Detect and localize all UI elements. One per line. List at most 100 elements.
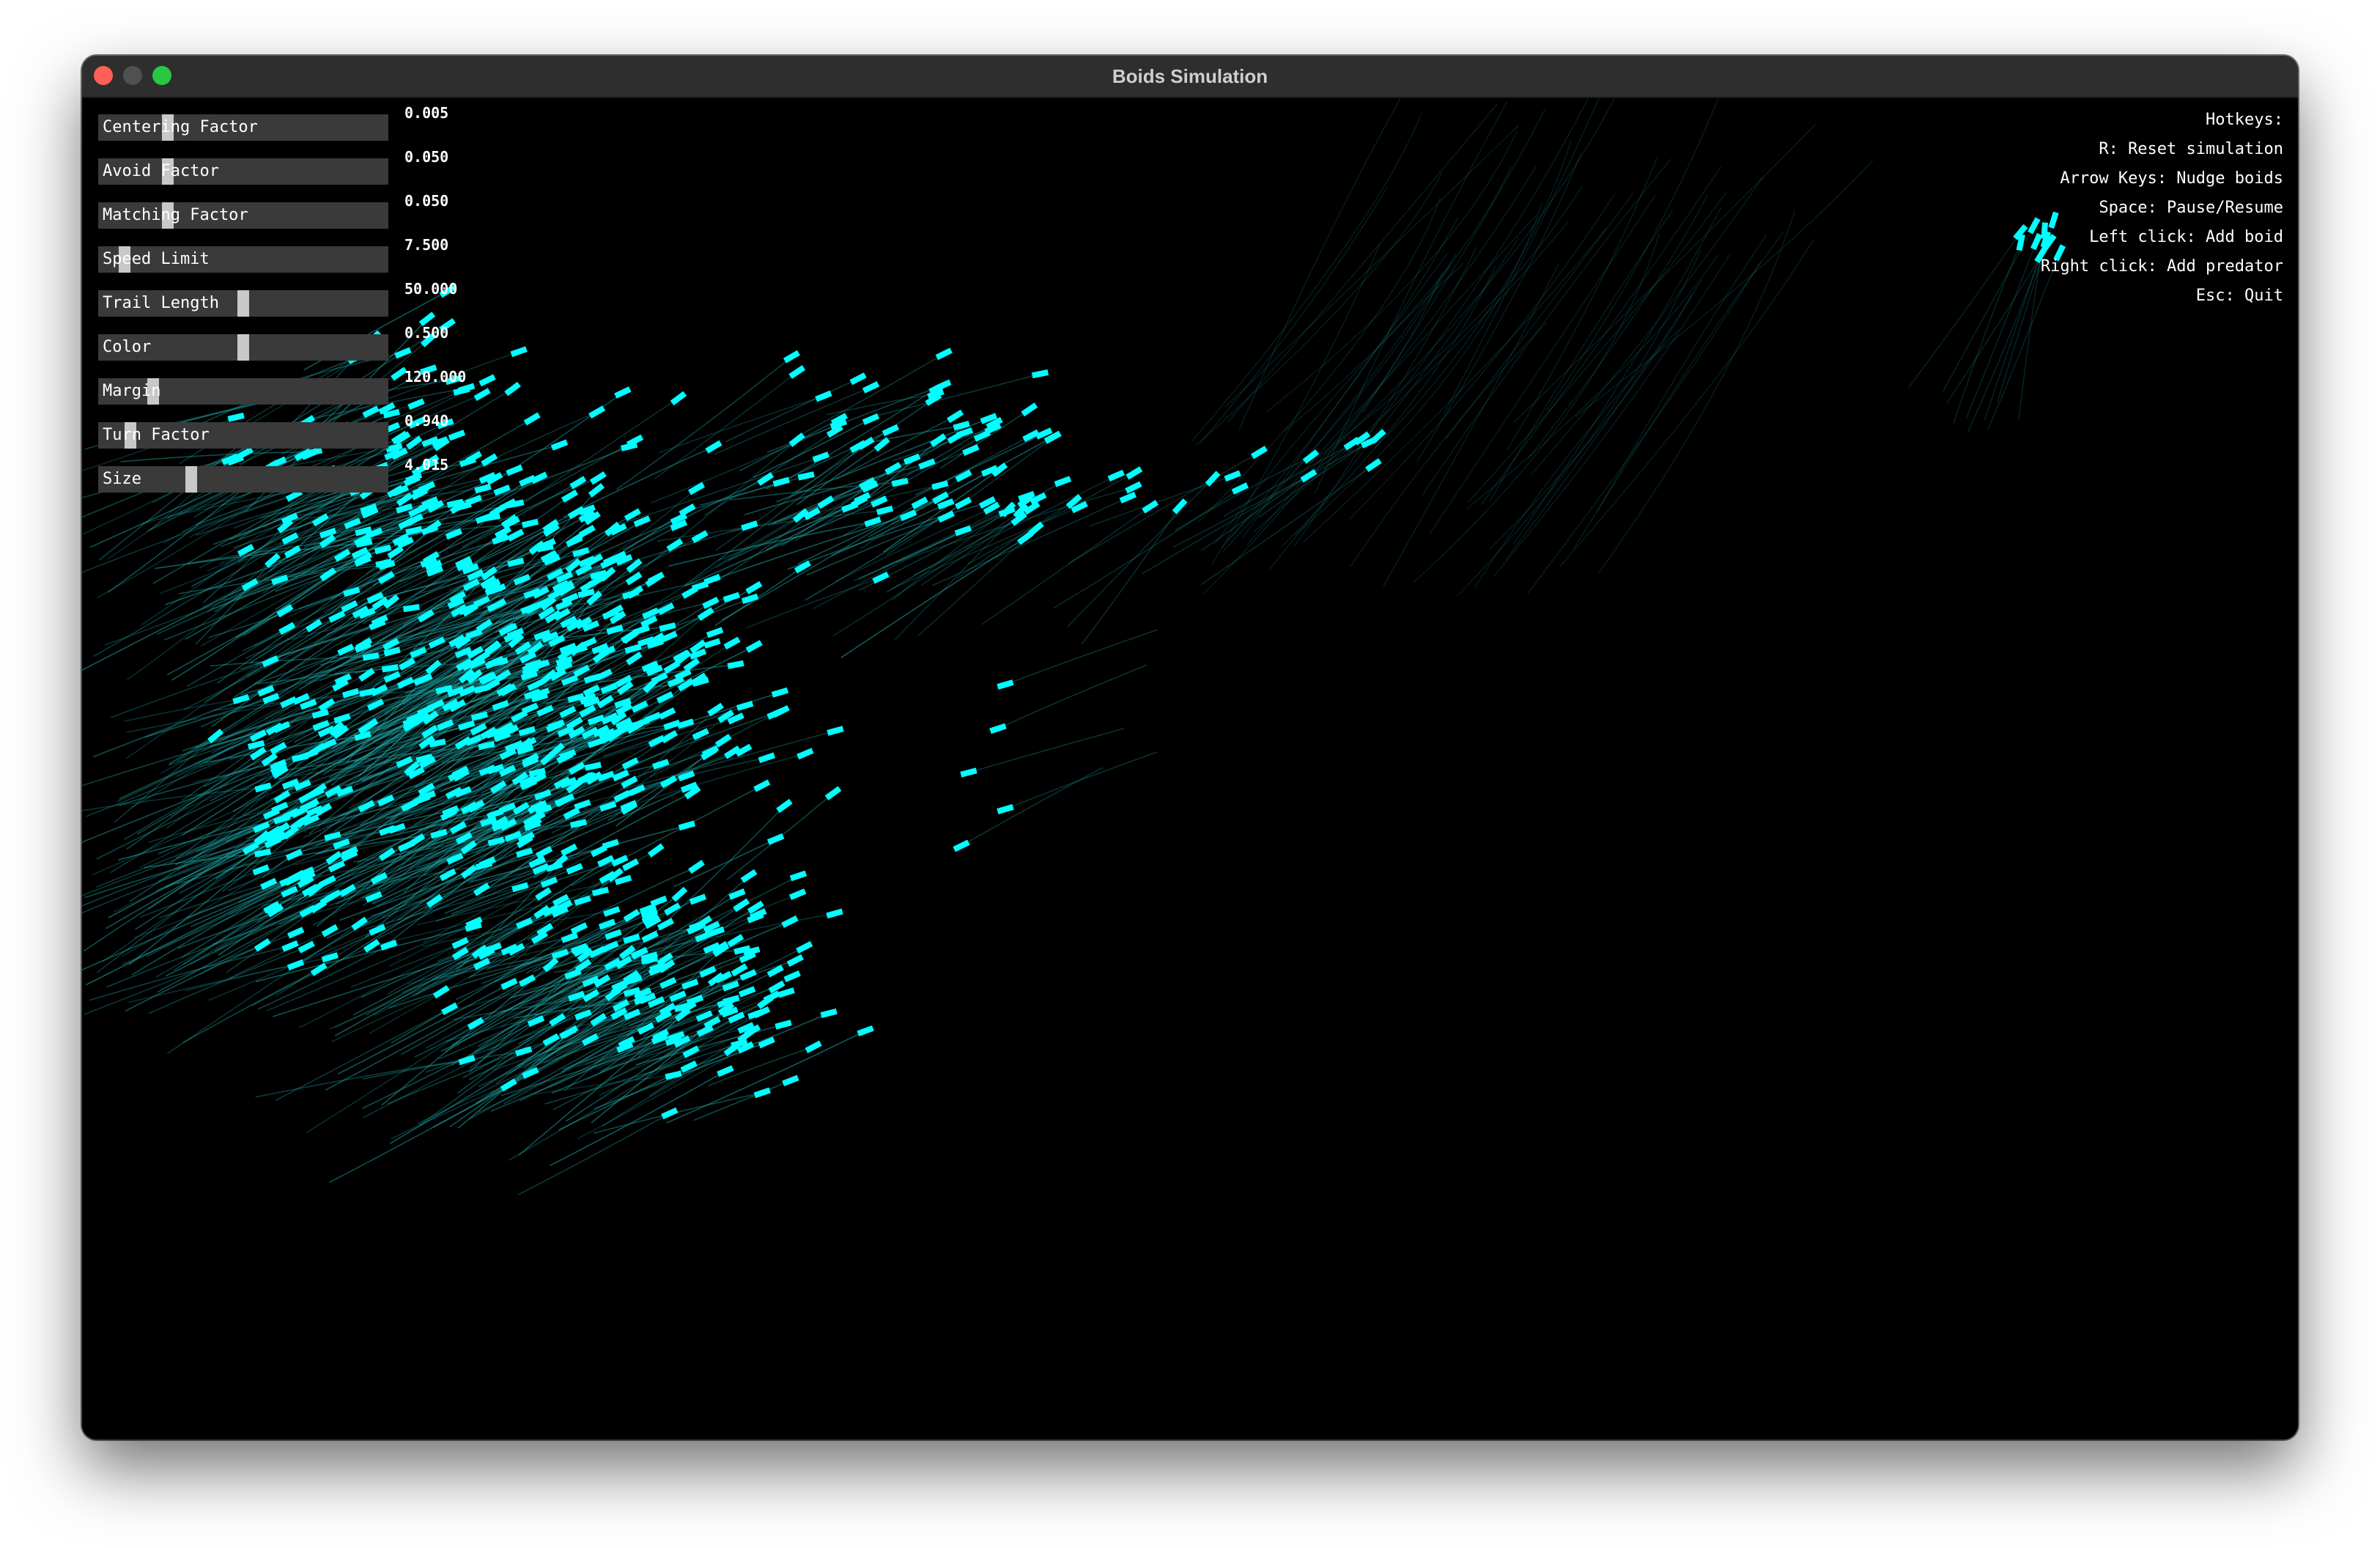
boid: [953, 421, 970, 431]
boid: [670, 391, 687, 406]
slider-label: Turn Factor: [103, 426, 210, 444]
boid: [903, 453, 921, 465]
boid: [339, 883, 356, 898]
slider-track[interactable]: [98, 466, 388, 493]
boid: [500, 978, 518, 990]
boid-trail: [621, 456, 821, 525]
boid: [369, 924, 386, 936]
boid: [583, 684, 600, 697]
boid: [362, 652, 380, 661]
boid: [772, 476, 790, 487]
simulation-canvas[interactable]: Centering Factor 0.005 Avoid Factor 0.05…: [82, 98, 2298, 1440]
boid: [584, 762, 602, 771]
boid-trail: [1559, 239, 1814, 567]
boid: [254, 848, 272, 858]
boid: [588, 405, 606, 419]
boid: [429, 738, 446, 748]
boid: [359, 688, 377, 697]
minimize-icon[interactable]: [123, 66, 142, 85]
boid: [766, 833, 785, 845]
boid: [997, 804, 1014, 814]
boid: [876, 505, 894, 515]
boid: [587, 714, 605, 726]
boid: [706, 627, 724, 638]
boid-trail: [615, 805, 785, 969]
slider-label: Matching Factor: [103, 206, 248, 224]
boid: [470, 723, 487, 736]
boid-trail: [1258, 435, 1379, 518]
boid-trail: [1068, 452, 1260, 564]
boid: [665, 1070, 682, 1080]
boid: [273, 790, 291, 804]
boid-trail: [997, 664, 1148, 729]
close-icon[interactable]: [94, 66, 113, 85]
slider-thumb[interactable]: [237, 334, 249, 361]
boid: [440, 1002, 459, 1016]
boid: [287, 926, 305, 939]
boid-trail: [1303, 227, 1607, 543]
slider-thumb[interactable]: [237, 290, 249, 317]
boid: [621, 757, 639, 770]
slider-value: 0.005: [404, 104, 449, 122]
boid-trail: [1506, 156, 1658, 452]
boid: [707, 702, 724, 717]
boid: [483, 513, 500, 522]
boid: [783, 350, 800, 364]
boid: [620, 630, 638, 644]
boid: [470, 711, 489, 721]
boid: [536, 923, 554, 937]
boid: [595, 668, 613, 681]
boid: [374, 544, 392, 555]
boid: [647, 843, 665, 858]
boid: [295, 813, 312, 829]
boid: [254, 782, 272, 793]
boid: [960, 767, 978, 778]
boid: [500, 1078, 517, 1092]
boid: [475, 860, 493, 871]
parameter-sliders: Centering Factor 0.005 Avoid Factor 0.05…: [98, 104, 479, 510]
boid: [777, 987, 795, 998]
boid: [717, 1065, 734, 1077]
zoom-icon[interactable]: [152, 66, 171, 85]
boid-trail: [1530, 177, 1764, 476]
boid: [1172, 498, 1188, 515]
boid: [624, 644, 642, 654]
boid: [613, 789, 631, 803]
boid: [703, 638, 721, 649]
boid: [262, 655, 279, 668]
boid: [1023, 501, 1041, 515]
slider-value: 0.500: [404, 324, 449, 342]
boid-trail: [1489, 293, 1693, 550]
boid: [661, 730, 679, 744]
boid: [614, 386, 632, 399]
boid: [768, 980, 786, 994]
boid-trail: [1512, 207, 1721, 545]
boid-trail: [571, 785, 763, 887]
boid: [550, 439, 569, 451]
boid: [805, 1040, 822, 1053]
boid: [298, 940, 315, 954]
boid: [1027, 521, 1044, 537]
boid-trail: [1191, 112, 1423, 442]
boid: [643, 677, 659, 693]
boid-trail: [968, 728, 1124, 773]
boid: [566, 535, 583, 548]
boid-trail: [1429, 195, 1656, 535]
slider-thumb[interactable]: [185, 466, 197, 493]
boid: [661, 1107, 679, 1120]
boid: [334, 673, 352, 685]
boid: [771, 687, 789, 698]
boid-trail: [1374, 140, 1572, 449]
boid: [956, 427, 974, 438]
boid: [507, 528, 525, 542]
boid: [699, 965, 717, 978]
boid-trail: [1067, 478, 1213, 627]
boid: [432, 985, 450, 999]
boid: [621, 775, 638, 789]
slider-size[interactable]: Size 4.015: [98, 456, 479, 510]
boid: [521, 702, 539, 715]
boid: [611, 855, 629, 867]
title-bar[interactable]: Boids Simulation: [82, 56, 2298, 98]
boid: [2030, 232, 2043, 251]
boid: [989, 723, 1007, 734]
